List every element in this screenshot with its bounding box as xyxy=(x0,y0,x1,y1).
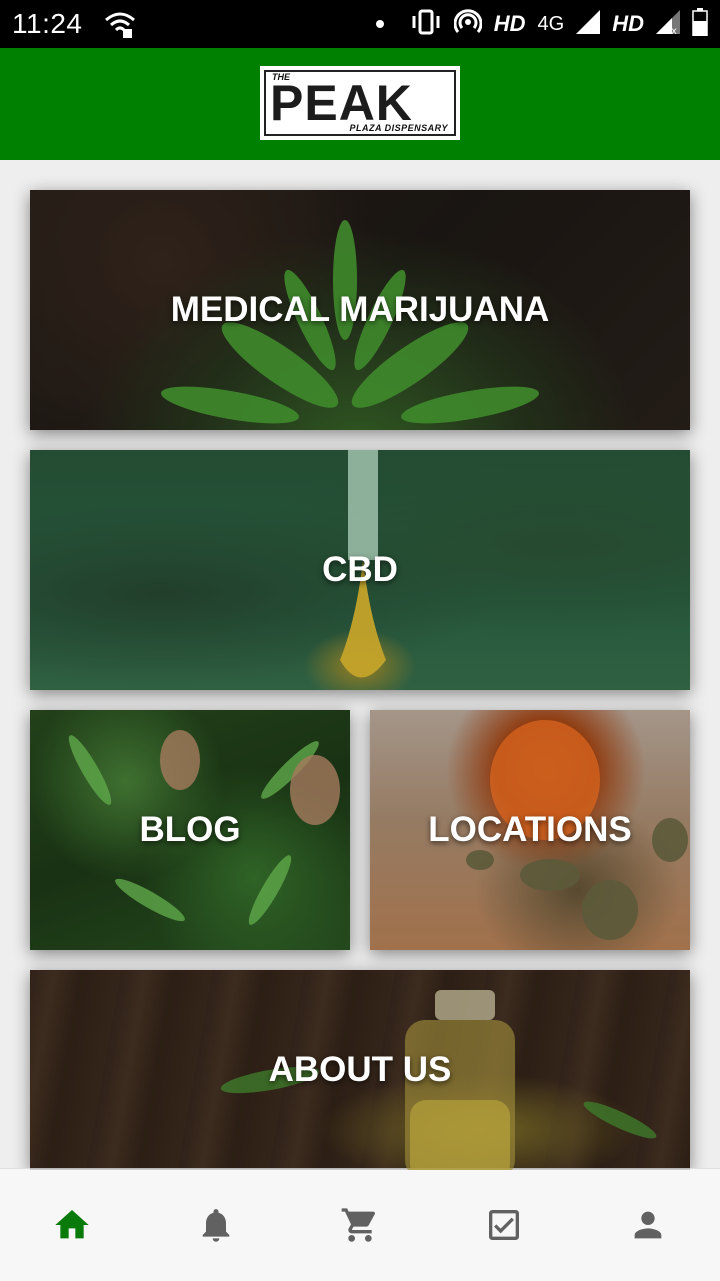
bottom-navigation xyxy=(0,1168,720,1281)
app-header: THE PEAK PLAZA DISPENSARY xyxy=(0,48,720,160)
nav-orders[interactable] xyxy=(464,1185,544,1265)
status-icons: HD 4G HD x xyxy=(375,7,708,41)
status-bar: 11:24 HD 4G HD x xyxy=(0,0,720,48)
tile-label: LOCATIONS xyxy=(428,810,632,849)
logo-main: PEAK xyxy=(270,75,413,131)
logo-subtitle: PLAZA DISPENSARY xyxy=(349,123,448,133)
nav-home[interactable] xyxy=(32,1185,112,1265)
tile-about-us[interactable]: ABOUT US xyxy=(30,970,690,1170)
dot-icon xyxy=(375,20,384,28)
nav-cart[interactable] xyxy=(320,1185,400,1265)
tile-blog[interactable]: BLOG xyxy=(30,710,350,950)
tile-medical-marijuana[interactable]: MEDICAL MARIJUANA xyxy=(30,190,690,430)
hotspot-icon xyxy=(453,8,483,41)
tile-locations[interactable]: LOCATIONS xyxy=(370,710,690,950)
person-icon xyxy=(634,1211,662,1239)
home-icon xyxy=(55,1210,89,1239)
nav-notifications[interactable] xyxy=(176,1185,256,1265)
status-time: 11:24 xyxy=(12,8,83,39)
cart-icon xyxy=(341,1208,376,1242)
wifi-icon xyxy=(104,10,136,43)
tile-label: CBD xyxy=(322,550,398,589)
hd-badge: HD xyxy=(493,11,526,36)
nav-profile[interactable] xyxy=(608,1185,688,1265)
tile-label: BLOG xyxy=(139,810,241,849)
vibrate-icon xyxy=(410,9,442,40)
network-type: 4G xyxy=(537,12,565,35)
battery-icon xyxy=(692,7,708,41)
hd-badge-2: HD xyxy=(612,11,644,36)
tile-cbd[interactable]: CBD xyxy=(30,450,690,690)
tile-label: ABOUT US xyxy=(268,1050,452,1089)
brand-logo[interactable]: THE PEAK PLAZA DISPENSARY xyxy=(260,66,460,140)
tile-label: MEDICAL MARIJUANA xyxy=(170,290,550,329)
bell-icon xyxy=(202,1209,230,1242)
svg-text:x: x xyxy=(671,26,677,34)
signal-icon xyxy=(576,9,601,39)
signal-off-icon: x xyxy=(656,9,680,39)
checkbox-icon xyxy=(489,1210,519,1240)
